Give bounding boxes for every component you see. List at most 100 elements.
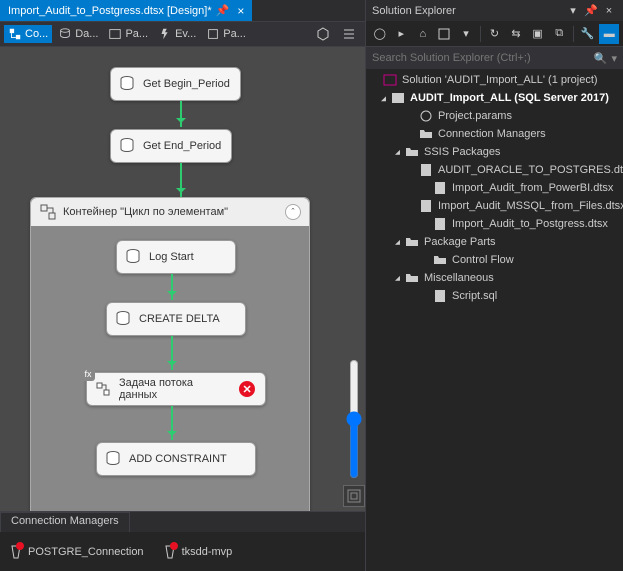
fit-view-button[interactable] bbox=[343, 485, 365, 507]
pin-icon[interactable]: 📌 bbox=[216, 4, 230, 17]
zoom-slider[interactable] bbox=[347, 359, 361, 479]
document-tab[interactable]: Import_Audit_to_Postgress.dtsx [Design]*… bbox=[0, 0, 252, 21]
close-icon[interactable]: × bbox=[601, 3, 617, 19]
container-title: Контейнер "Цикл по элементам" bbox=[63, 206, 228, 218]
tree-item-cflow[interactable]: Control Flow bbox=[366, 251, 623, 269]
tree-folder-misc[interactable]: Miscellaneous bbox=[366, 269, 623, 287]
dtsx-icon bbox=[418, 198, 434, 214]
tree-item-script[interactable]: Script.sql bbox=[366, 287, 623, 305]
task-log-start[interactable]: Log Start bbox=[116, 240, 236, 274]
tab-label: Import_Audit_to_Postgress.dtsx [Design]* bbox=[8, 5, 212, 17]
list-icon[interactable] bbox=[337, 24, 361, 44]
sync-icon[interactable] bbox=[435, 24, 455, 44]
task-get-end-period[interactable]: Get End_Period bbox=[110, 129, 232, 163]
tab-parameters[interactable]: Pa... bbox=[104, 25, 152, 43]
expand-icon[interactable] bbox=[390, 273, 404, 284]
connector[interactable] bbox=[171, 406, 173, 440]
tree-project[interactable]: AUDIT_Import_ALL (SQL Server 2017) bbox=[366, 89, 623, 107]
copy-icon[interactable]: ⧉ bbox=[549, 24, 569, 44]
expand-icon[interactable] bbox=[390, 237, 404, 248]
panel-title: Solution Explorer bbox=[372, 5, 563, 17]
tab-dataflow[interactable]: Da... bbox=[54, 25, 102, 43]
connection-item[interactable]: POSTGRE_Connection bbox=[8, 544, 144, 560]
solution-tree: Solution 'AUDIT_Import_ALL' (1 project) … bbox=[366, 69, 623, 571]
sql-task-icon bbox=[117, 136, 137, 156]
connector[interactable] bbox=[180, 101, 182, 127]
folder-icon bbox=[404, 234, 420, 250]
dtsx-icon bbox=[418, 162, 434, 178]
sql-task-icon bbox=[123, 247, 143, 267]
dataflow-task-icon bbox=[93, 379, 113, 399]
connector[interactable] bbox=[171, 274, 173, 300]
tree-folder-parts[interactable]: Package Parts bbox=[366, 233, 623, 251]
tree-package[interactable]: Import_Audit_to_Postgress.dtsx bbox=[366, 215, 623, 233]
task-label: Log Start bbox=[149, 251, 194, 263]
tab-events[interactable]: Ev... bbox=[154, 25, 200, 43]
container-header[interactable]: Контейнер "Цикл по элементам" ˆ bbox=[31, 198, 309, 226]
properties-icon[interactable]: 🔧 bbox=[578, 24, 598, 44]
tree-package[interactable]: Import_Audit_MSSQL_from_Files.dtsx bbox=[366, 197, 623, 215]
tree-solution[interactable]: Solution 'AUDIT_Import_ALL' (1 project) bbox=[366, 71, 623, 89]
dropdown-icon[interactable]: ▾ bbox=[611, 52, 617, 65]
tree-item-params[interactable]: Project.params bbox=[366, 107, 623, 125]
task-label: CREATE DELTA bbox=[139, 313, 220, 325]
solution-explorer-panel: Solution Explorer ▾ 📌 × ◯ ▸ ⌂ ▾ ↻ ⇆ ▣ ⧉ … bbox=[365, 0, 623, 571]
cube-icon[interactable] bbox=[311, 24, 335, 44]
task-label: Get End_Period bbox=[143, 140, 221, 152]
foreach-container[interactable]: Контейнер "Цикл по элементам" ˆ Log Star… bbox=[30, 197, 310, 511]
solution-toolbar: ◯ ▸ ⌂ ▾ ↻ ⇆ ▣ ⧉ 🔧 ▬ bbox=[366, 21, 623, 47]
connector[interactable] bbox=[171, 336, 173, 370]
dropdown-icon[interactable]: ▾ bbox=[456, 24, 476, 44]
close-icon[interactable]: × bbox=[237, 4, 244, 18]
controlflow-icon bbox=[8, 27, 22, 41]
tree-item-connmgrs[interactable]: Connection Managers bbox=[366, 125, 623, 143]
tree-package[interactable]: Import_Audit_from_PowerBI.dtsx bbox=[366, 179, 623, 197]
collapse-icon[interactable]: ˆ bbox=[285, 204, 301, 220]
solution-icon bbox=[382, 72, 398, 88]
tab-controlflow[interactable]: Co... bbox=[4, 25, 52, 43]
params-icon bbox=[108, 27, 122, 41]
task-get-begin-period[interactable]: Get Begin_Period bbox=[110, 67, 241, 101]
search-box[interactable]: 🔍 ▾ bbox=[366, 47, 623, 69]
sql-task-icon bbox=[117, 74, 137, 94]
task-label: Задача потока данных bbox=[119, 377, 233, 401]
tree-folder-ssis[interactable]: SSIS Packages bbox=[366, 143, 623, 161]
dtsx-icon bbox=[432, 180, 448, 196]
project-icon bbox=[390, 90, 406, 106]
tree-package[interactable]: AUDIT_ORACLE_TO_POSTGRES.dtsx bbox=[366, 161, 623, 179]
task-dataflow[interactable]: fx Задача потока данных ✕ bbox=[86, 372, 266, 406]
connection-label: POSTGRE_Connection bbox=[28, 546, 144, 558]
folder-icon bbox=[432, 252, 448, 268]
connection-label: tksdd-mvp bbox=[182, 546, 233, 558]
window-menu-icon[interactable]: ▾ bbox=[565, 3, 581, 19]
tab-package[interactable]: Pa... bbox=[202, 25, 250, 43]
expression-badge: fx bbox=[81, 367, 95, 381]
dataflow-icon bbox=[58, 27, 72, 41]
error-dot-icon bbox=[170, 542, 178, 550]
expand-icon[interactable] bbox=[390, 147, 404, 158]
designer-toolbar: Co... Da... Pa... Ev... Pa... bbox=[0, 21, 365, 47]
back-icon[interactable]: ◯ bbox=[370, 24, 390, 44]
error-dot-icon bbox=[16, 542, 24, 550]
task-create-delta[interactable]: CREATE DELTA bbox=[106, 302, 246, 336]
connection-managers-tab[interactable]: Connection Managers bbox=[0, 512, 130, 532]
sql-task-icon bbox=[113, 309, 133, 329]
design-canvas[interactable]: Get Begin_Period Get End_Period Контейне… bbox=[0, 47, 365, 511]
connection-item[interactable]: tksdd-mvp bbox=[162, 544, 233, 560]
connection-managers-panel: Connection Managers POSTGRE_Connection t… bbox=[0, 511, 365, 571]
expand-icon[interactable] bbox=[376, 93, 390, 104]
loop-icon bbox=[39, 203, 57, 221]
showall-icon[interactable]: ▣ bbox=[528, 24, 548, 44]
task-add-constraint[interactable]: ADD CONSTRAINT bbox=[96, 442, 256, 476]
search-input[interactable] bbox=[372, 52, 594, 64]
preview-icon[interactable]: ▬ bbox=[599, 24, 619, 44]
pin-icon[interactable]: 📌 bbox=[583, 3, 599, 19]
error-icon: ✕ bbox=[239, 381, 255, 397]
collapse-icon[interactable]: ⇆ bbox=[506, 24, 526, 44]
forward-icon[interactable]: ▸ bbox=[392, 24, 412, 44]
search-icon: 🔍 bbox=[594, 52, 608, 65]
home-icon[interactable]: ⌂ bbox=[413, 24, 433, 44]
connector[interactable] bbox=[180, 163, 182, 197]
refresh-icon[interactable]: ↻ bbox=[485, 24, 505, 44]
events-icon bbox=[158, 27, 172, 41]
